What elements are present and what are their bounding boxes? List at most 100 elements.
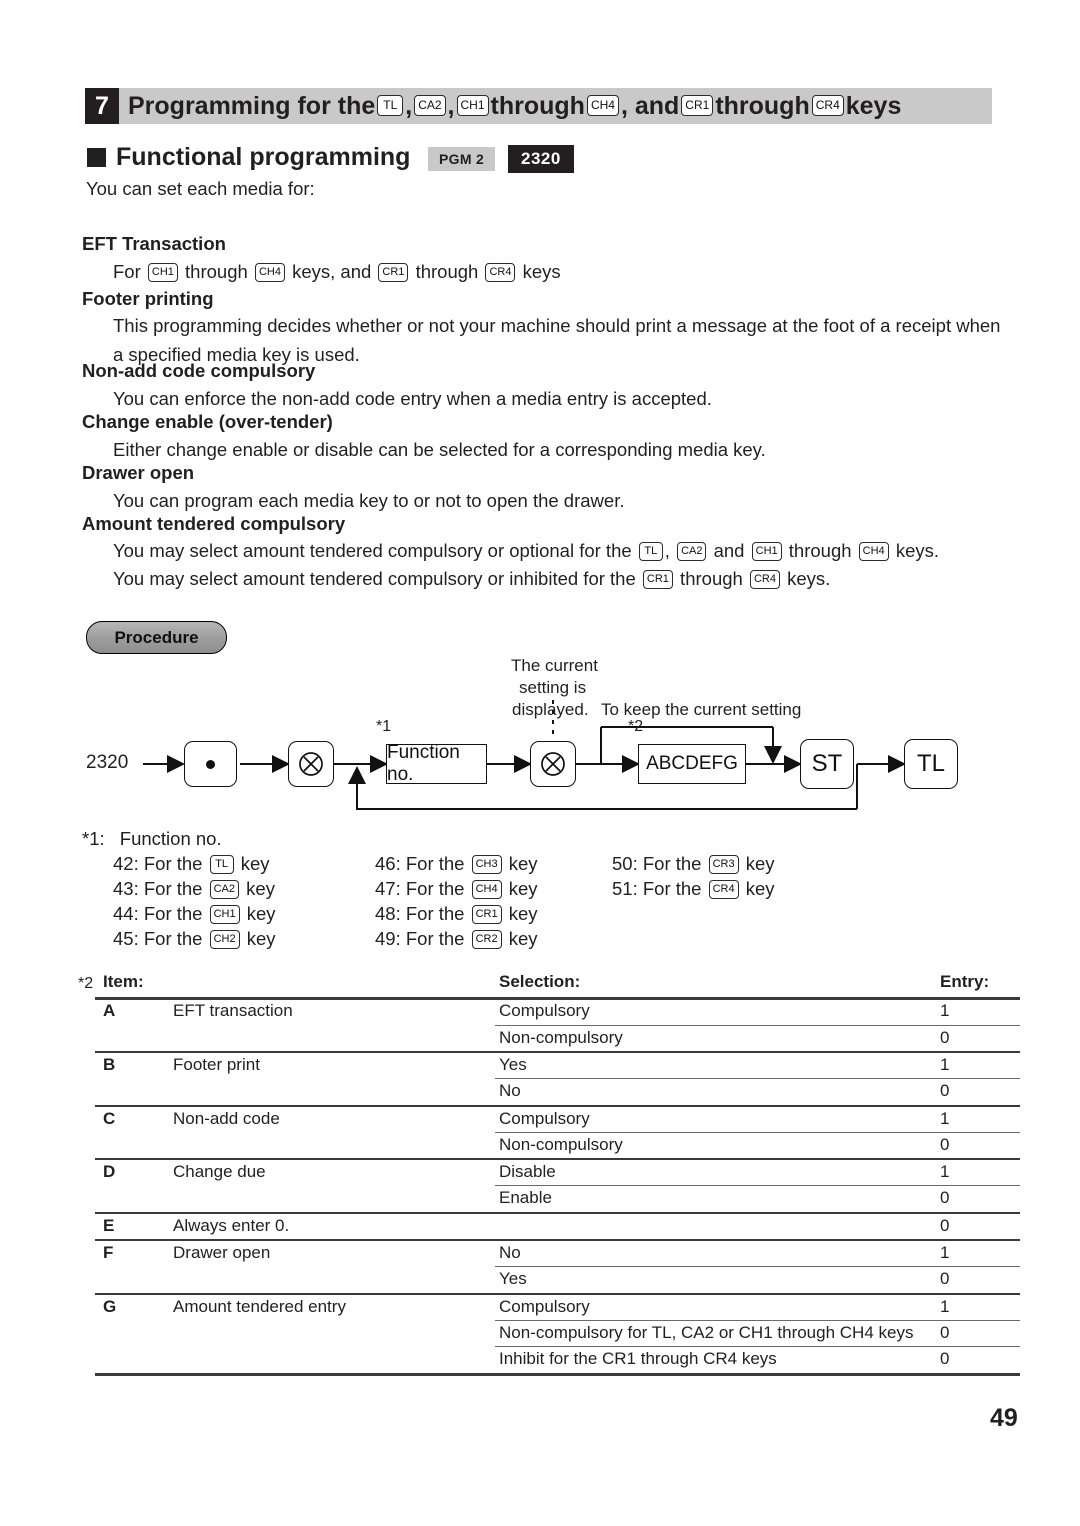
table-row-entry: 1 xyxy=(940,1108,950,1128)
table-row-desc-E: Always enter 0. xyxy=(173,1215,290,1235)
key-glyph-cr3: CR3 xyxy=(708,854,739,874)
table-header-item: Item: xyxy=(103,972,144,991)
key-glyph-tl: TL xyxy=(377,94,404,116)
table-row-item-F: F xyxy=(103,1243,114,1262)
table-row-selection: Compulsory xyxy=(499,1296,590,1316)
table-row-item-D: D xyxy=(103,1162,116,1182)
table-row-entry: 0 xyxy=(940,1215,950,1235)
topic-heading-4: Change enable (over-tender) xyxy=(82,411,333,432)
section-title: Programming for the TL, CA2, CH1 through… xyxy=(128,91,902,120)
key-glyph-ch4: CH4 xyxy=(471,879,502,899)
table-rule xyxy=(495,1131,1020,1133)
dot-icon xyxy=(206,759,215,769)
table-row-entry: 0 xyxy=(940,1188,950,1208)
selection-entry-table: Item: Selection: Entry: A EFT transaction Com… xyxy=(95,972,1020,1376)
procedure-flow-diagram: 2320 *1 Function no. *2 ABCDEFG ST TL Th… xyxy=(0,640,1080,825)
table-header-entry: Entry: xyxy=(940,972,990,991)
table-row-selection: Compulsory xyxy=(499,1001,590,1021)
key-glyph-tl: TL xyxy=(209,854,234,874)
badge-program-code: 2320 xyxy=(508,145,574,173)
key-glyph-ch4: CH4 xyxy=(858,541,889,561)
abcdefg-box: ABCDEFG xyxy=(638,744,746,784)
table-row-selection: Non-compulsory xyxy=(499,1134,623,1154)
key-glyph-ca2: CA2 xyxy=(209,879,240,899)
table-row-selection: Yes xyxy=(499,1054,527,1074)
footnote2-marker: *2 xyxy=(78,975,94,992)
table-row-item-B: B xyxy=(103,1054,116,1074)
function-no-item: 50: For the CR3 key xyxy=(612,853,775,874)
footnote1-marker: *1: xyxy=(82,828,105,849)
multiply-key-1 xyxy=(288,741,334,787)
function-no-box: Function no. xyxy=(386,742,487,785)
circle-x-icon xyxy=(299,752,323,776)
circle-x-icon xyxy=(541,752,565,776)
key-glyph-ch3: CH3 xyxy=(471,854,502,874)
tl-key: TL xyxy=(904,739,958,789)
note-keep-setting: To keep the current setting xyxy=(601,700,802,719)
table-rule xyxy=(95,1050,1020,1053)
key-glyph-ch1: CH1 xyxy=(751,541,782,561)
table-row-selection: Inhibit for the CR1 through CR4 keys xyxy=(499,1349,777,1369)
table-row-entry: 0 xyxy=(940,1349,950,1369)
table-rule xyxy=(95,1239,1020,1241)
note-current-line2: setting is xyxy=(519,678,587,697)
topic-heading-3: Non-add code compulsory xyxy=(82,360,316,381)
topic-body-6-2: You may select amount tendered compulsor… xyxy=(113,568,831,589)
st-key: ST xyxy=(800,739,854,789)
table-row-selection: Disable xyxy=(499,1162,556,1182)
table-row-selection: Enable xyxy=(499,1188,552,1208)
footnote-marker-2: *2 xyxy=(628,718,644,735)
square-bullet-icon xyxy=(87,148,106,167)
multiply-key-2 xyxy=(530,741,576,787)
table-rule xyxy=(495,1346,1020,1348)
diagram-start-code: 2320 xyxy=(86,752,129,773)
key-glyph-cr4: CR4 xyxy=(708,879,739,899)
table-row-selection: Yes xyxy=(499,1269,527,1289)
function-no-item: 49: For the CR2 key xyxy=(375,928,538,949)
footnote1-title: Function no. xyxy=(119,828,222,849)
function-no-item: 42: For the TL key xyxy=(113,853,270,874)
key-glyph-cr1: CR1 xyxy=(642,569,673,589)
decimal-point-key xyxy=(184,741,237,787)
manual-page: 7 Programming for the TL, CA2, CH1 throu… xyxy=(0,0,1080,1526)
table-row-entry: 0 xyxy=(940,1027,950,1047)
key-glyph-cr4: CR4 xyxy=(811,94,844,116)
key-glyph-cr1: CR1 xyxy=(681,94,714,116)
table-row-selection: No xyxy=(499,1243,521,1262)
subsection-title: Functional programming xyxy=(116,142,411,171)
key-glyph-tl: TL xyxy=(638,541,663,561)
topic-heading-5: Drawer open xyxy=(82,462,195,483)
note-current-line1: The current xyxy=(511,656,598,675)
table-rule xyxy=(95,1104,1020,1107)
table-rule xyxy=(495,1319,1020,1321)
table-row-desc-B: Footer print xyxy=(173,1054,260,1074)
table-row-item-C: C xyxy=(103,1108,116,1128)
footnote-marker-1: *1 xyxy=(376,718,392,735)
key-glyph-cr2: CR2 xyxy=(471,929,502,949)
table-row-entry: 0 xyxy=(940,1134,950,1154)
table-row-item-E: E xyxy=(103,1215,115,1235)
function-no-item: 46: For the CH3 key xyxy=(375,853,538,874)
function-no-item: 48: For the CR1 key xyxy=(375,903,538,924)
table-rule xyxy=(95,997,1020,1001)
table-header-selection: Selection: xyxy=(499,972,581,991)
table-rule xyxy=(95,1372,1020,1376)
topic-body-3-1: You can enforce the non-add code entry w… xyxy=(113,388,712,409)
table-row-item-G: G xyxy=(103,1296,117,1316)
table-row-desc-A: EFT transaction xyxy=(173,1001,293,1021)
table-row-desc-G: Amount tendered entry xyxy=(173,1296,346,1316)
key-glyph-cr4: CR4 xyxy=(749,569,780,589)
function-no-item: 51: For the CR4 key xyxy=(612,878,775,899)
table-row-selection: Compulsory xyxy=(499,1108,590,1128)
topic-body-4-1: Either change enable or disable can be s… xyxy=(113,439,766,460)
key-glyph-ca2: CA2 xyxy=(414,94,446,116)
function-no-item: 44: For the CH1 key xyxy=(113,903,276,924)
function-no-item: 47: For the CH4 key xyxy=(375,878,538,899)
table-row-entry: 0 xyxy=(940,1269,950,1289)
table-row-desc-D: Change due xyxy=(173,1162,266,1182)
table-row-item-A: A xyxy=(103,1001,116,1021)
function-no-item: 43: For the CA2 key xyxy=(113,878,275,899)
topic-body-5-1: You can program each media key to or not… xyxy=(113,490,625,511)
table-rule xyxy=(95,1292,1020,1295)
table-row-entry: 1 xyxy=(940,1296,950,1316)
